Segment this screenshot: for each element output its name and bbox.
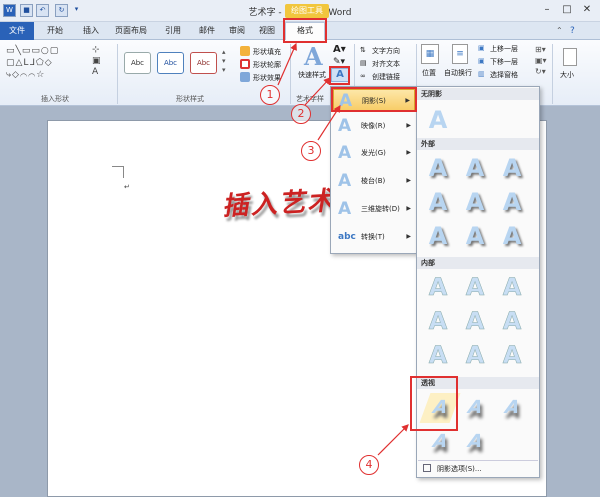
annotation-number: 3 [301, 141, 321, 161]
annotation-number: 1 [260, 85, 280, 105]
annotation-arrows [277, 42, 409, 456]
annotation-number: 4 [359, 455, 379, 475]
annotation-number: 2 [291, 104, 311, 124]
